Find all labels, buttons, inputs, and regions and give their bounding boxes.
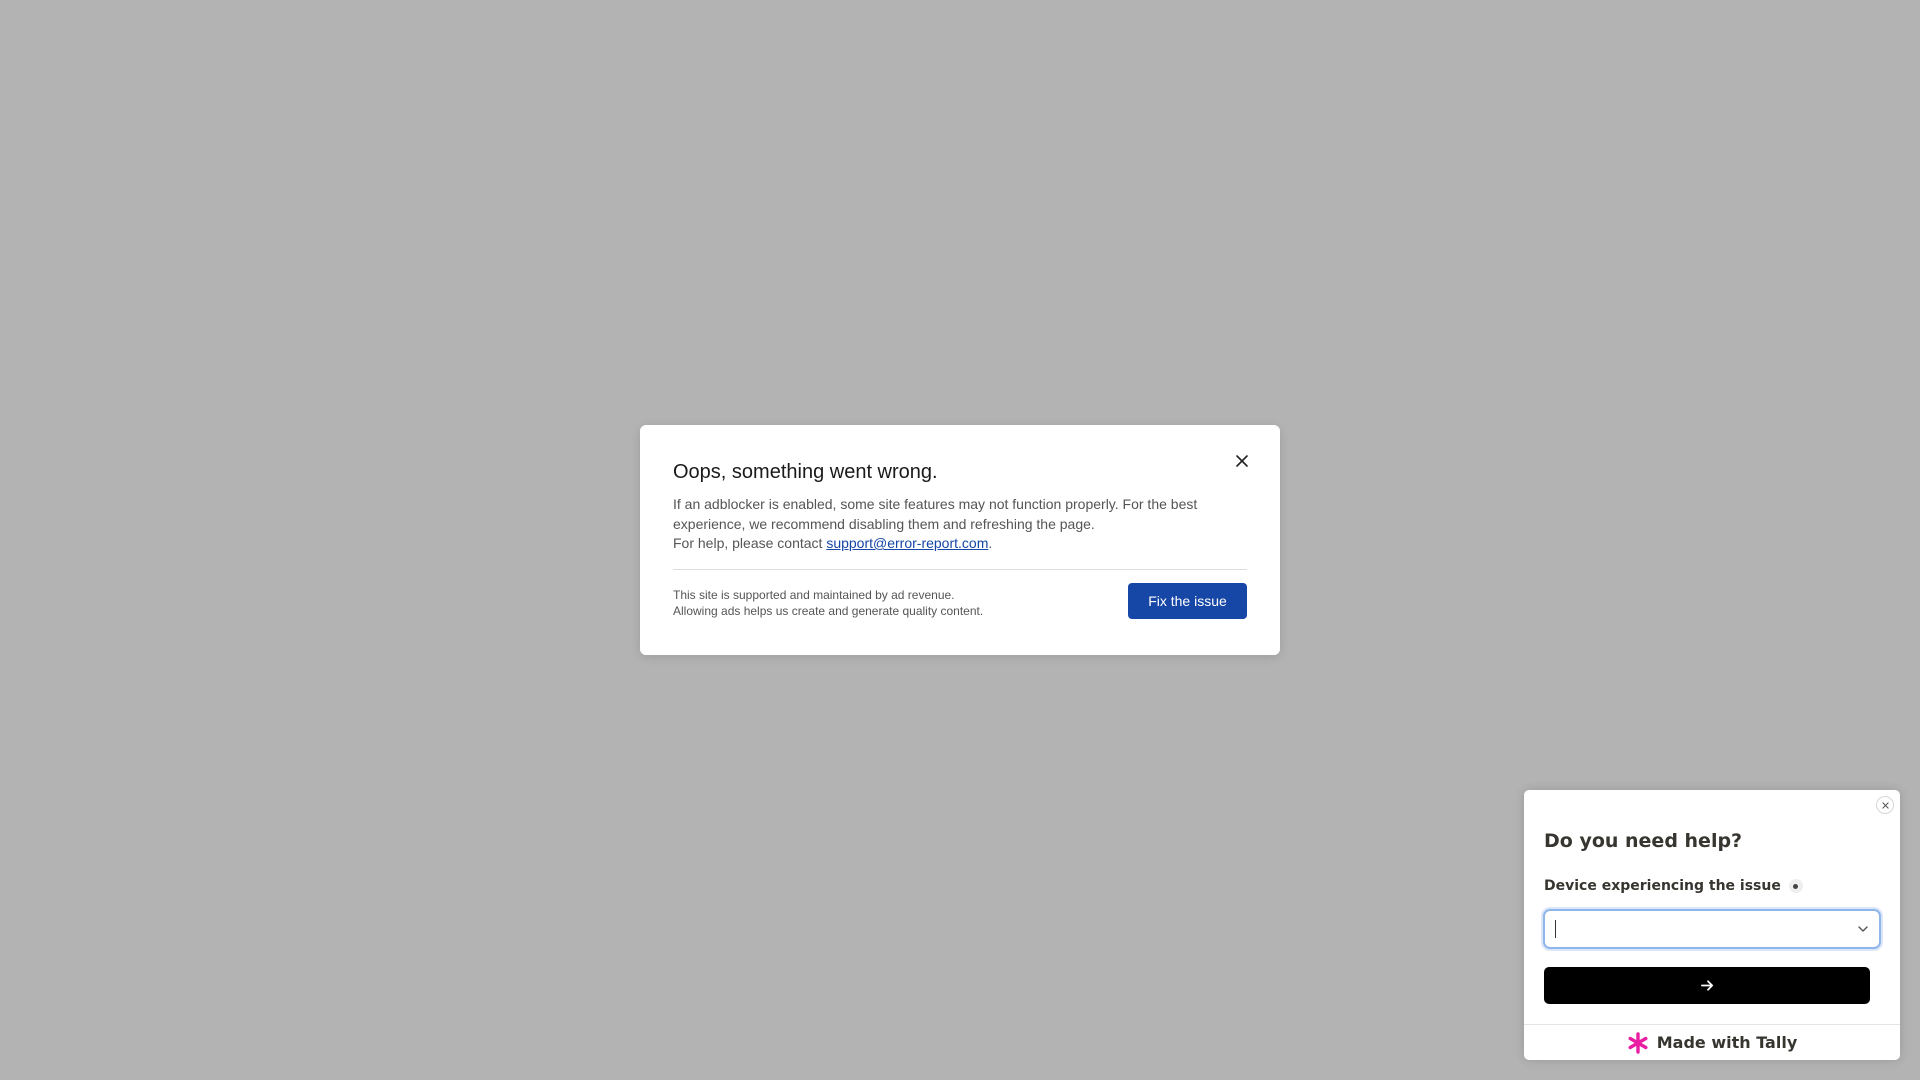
tally-title: Do you need help? <box>1544 830 1743 852</box>
close-icon <box>1881 801 1889 809</box>
required-indicator <box>1788 879 1803 893</box>
arrow-right-icon <box>1700 980 1713 991</box>
help-suffix: . <box>988 535 993 551</box>
ad-revenue-line-1: This site is supported and maintained by… <box>673 587 955 602</box>
tally-close-button[interactable] <box>1876 796 1894 814</box>
modal-divider <box>673 568 1247 570</box>
made-with-tally-text: Made with Tally <box>1656 1033 1798 1052</box>
modal-close-button[interactable] <box>1228 447 1256 475</box>
device-select-input[interactable] <box>1556 911 1857 947</box>
device-field-label-text: Device experiencing the issue <box>1544 878 1781 894</box>
modal-footer: This site is supported and maintained by… <box>673 582 1247 619</box>
close-icon <box>1236 455 1248 467</box>
tally-submit-button[interactable] <box>1544 967 1870 1004</box>
made-with-tally-link[interactable]: Made with Tally <box>1524 1024 1900 1060</box>
fix-issue-button[interactable]: Fix the issue <box>1128 582 1247 619</box>
support-email-link[interactable]: support@error-report.com <box>826 535 988 551</box>
tally-asterisk-icon <box>1628 1031 1648 1054</box>
tally-help-widget: Do you need help? Device experiencing th… <box>1524 790 1900 1060</box>
modal-body: If an adblocker is enabled, some site fe… <box>673 495 1233 554</box>
help-prefix: For help, please contact <box>673 535 827 551</box>
modal-title: Oops, something went wrong. <box>673 461 938 483</box>
adblock-message: If an adblocker is enabled, some site fe… <box>673 496 1198 532</box>
error-modal: Oops, something went wrong. If an adbloc… <box>640 425 1280 655</box>
chevron-down-icon[interactable] <box>1857 923 1869 935</box>
device-select[interactable] <box>1543 909 1881 949</box>
ad-revenue-line-2: Allowing ads helps us create and generat… <box>673 603 984 618</box>
device-field-label: Device experiencing the issue <box>1544 878 1803 894</box>
ad-revenue-note: This site is supported and maintained by… <box>673 587 983 619</box>
